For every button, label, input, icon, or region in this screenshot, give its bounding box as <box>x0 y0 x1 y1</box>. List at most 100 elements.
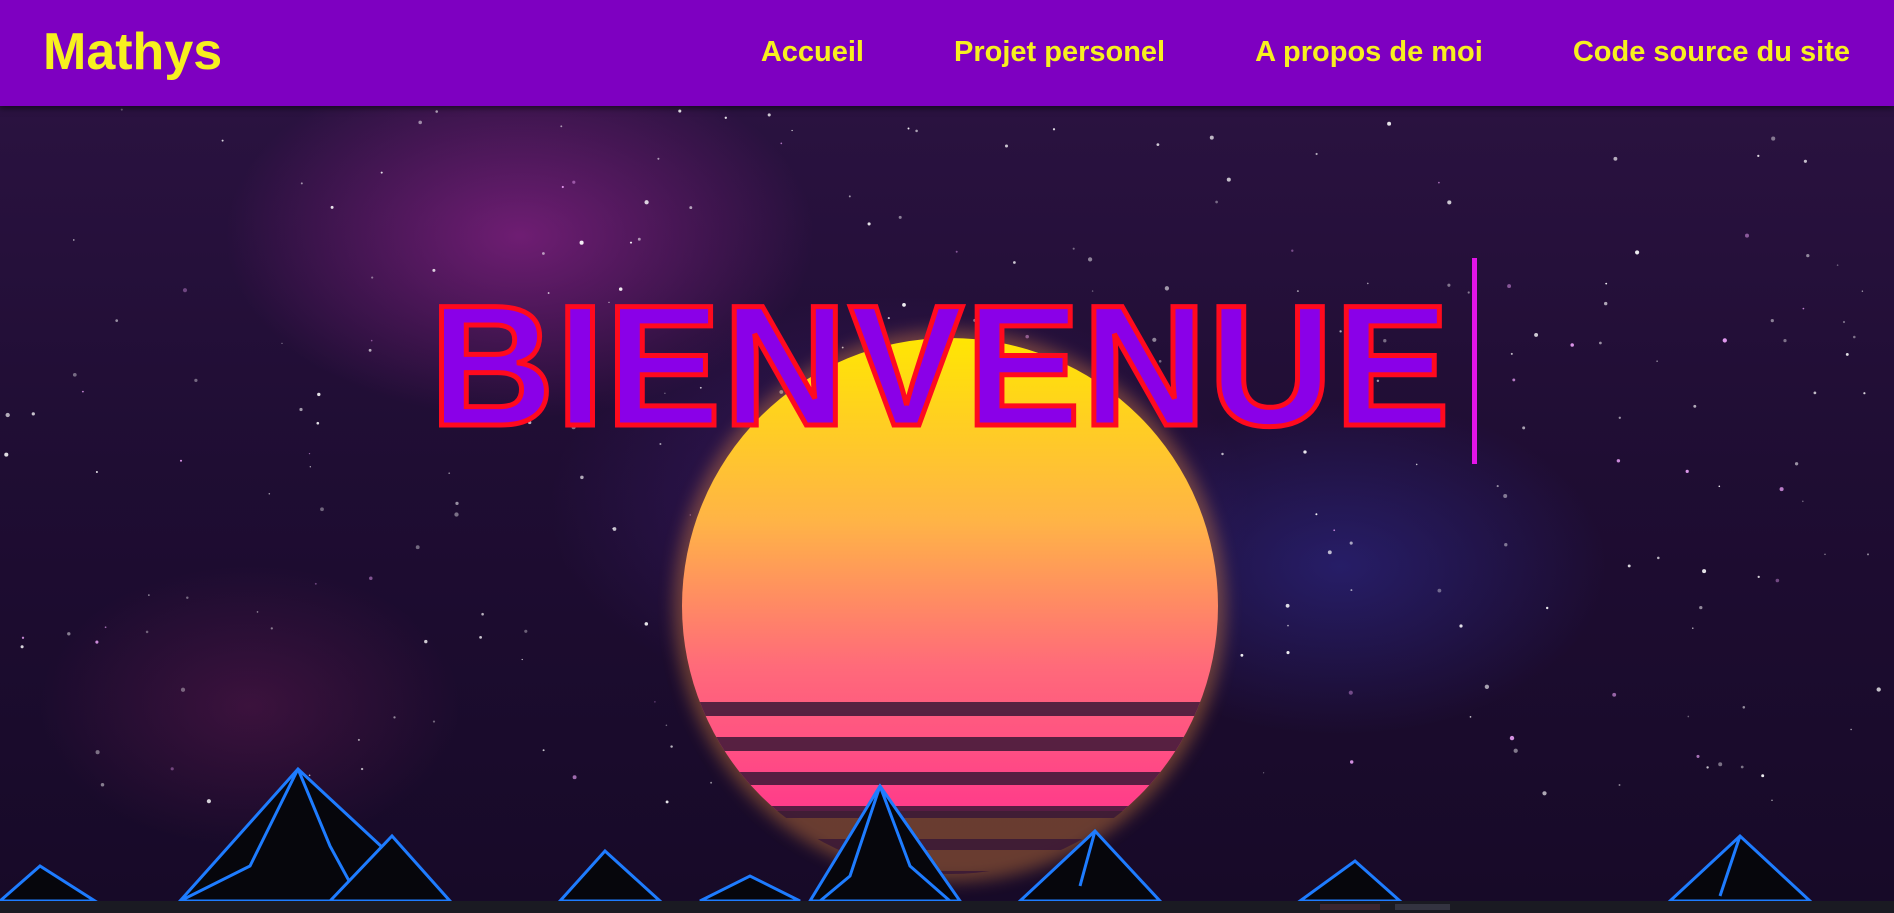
star <box>724 116 727 119</box>
star <box>479 636 482 639</box>
taskbar-item[interactable] <box>1320 904 1380 910</box>
star <box>1263 772 1265 774</box>
star <box>1507 284 1512 289</box>
star <box>867 222 871 226</box>
star <box>1771 136 1776 141</box>
star <box>1876 687 1881 692</box>
welcome-heading: BIENVENUE <box>428 270 1453 462</box>
star <box>1806 253 1810 258</box>
nav-links: Accueil Projet personel A propos de moi … <box>761 34 1850 70</box>
star <box>1315 513 1318 516</box>
star <box>1522 426 1526 430</box>
star <box>1613 156 1618 161</box>
star <box>767 113 771 117</box>
star <box>1692 627 1694 629</box>
star <box>95 750 100 755</box>
star <box>1863 392 1866 395</box>
star <box>67 632 71 636</box>
star <box>299 407 303 412</box>
star <box>95 640 99 644</box>
star <box>1824 553 1826 556</box>
star <box>221 139 224 142</box>
star <box>308 452 311 455</box>
brand-logo-link[interactable]: Mathys <box>43 21 222 83</box>
star <box>1699 605 1703 610</box>
star <box>308 774 311 777</box>
star <box>644 622 649 626</box>
star <box>579 240 584 245</box>
star <box>1087 257 1093 262</box>
star <box>1722 338 1727 343</box>
star <box>1842 320 1846 324</box>
star <box>791 129 793 132</box>
star <box>1657 556 1660 560</box>
star <box>115 319 119 322</box>
star <box>629 241 633 244</box>
star <box>4 452 9 457</box>
star <box>1616 459 1621 463</box>
star <box>1215 200 1218 204</box>
star <box>657 157 660 160</box>
star <box>1706 766 1709 769</box>
star <box>186 596 189 599</box>
star <box>1685 469 1689 473</box>
star <box>1513 748 1518 753</box>
star <box>270 627 273 630</box>
star <box>1618 416 1621 419</box>
star <box>1850 728 1852 731</box>
star <box>281 342 283 345</box>
star <box>1604 301 1608 306</box>
star <box>644 200 649 205</box>
star <box>360 767 364 771</box>
typing-cursor <box>1472 258 1477 464</box>
star <box>20 645 24 649</box>
star <box>572 775 577 780</box>
nav-link-accueil[interactable]: Accueil <box>761 34 864 70</box>
star <box>1209 135 1214 140</box>
nav-link-a-propos[interactable]: A propos de moi <box>1255 34 1483 70</box>
star <box>182 288 188 293</box>
star <box>1693 404 1697 408</box>
star <box>393 716 396 719</box>
star <box>1618 784 1621 786</box>
star <box>1327 550 1332 555</box>
star <box>145 630 149 634</box>
taskbar-item[interactable] <box>1395 904 1450 910</box>
nav-link-code-source[interactable]: Code source du site <box>1573 34 1850 70</box>
nav-link-projet-personel[interactable]: Projet personel <box>954 34 1165 70</box>
star <box>314 582 317 585</box>
star <box>73 239 75 241</box>
star <box>1286 651 1290 655</box>
star <box>31 412 35 416</box>
star <box>100 782 105 787</box>
star <box>907 127 910 130</box>
star <box>678 109 682 113</box>
star <box>370 339 373 342</box>
star <box>542 749 545 752</box>
star <box>1742 706 1746 709</box>
star <box>560 125 563 128</box>
star <box>206 799 211 804</box>
star <box>955 250 958 253</box>
star <box>1447 200 1452 205</box>
star <box>317 392 321 397</box>
star <box>1437 588 1442 593</box>
star <box>1836 264 1839 266</box>
star <box>1349 760 1354 764</box>
star <box>1740 765 1744 769</box>
star <box>1757 575 1760 579</box>
star <box>1052 128 1056 131</box>
star <box>1496 485 1499 488</box>
star <box>148 594 150 596</box>
star <box>1315 152 1318 156</box>
star <box>368 348 372 352</box>
star <box>1802 500 1804 503</box>
star <box>448 472 451 475</box>
star <box>1484 684 1490 689</box>
star <box>1291 249 1294 252</box>
star <box>1072 247 1075 250</box>
star <box>357 738 360 741</box>
star <box>1467 291 1470 294</box>
star <box>689 206 693 210</box>
star <box>1542 791 1547 796</box>
